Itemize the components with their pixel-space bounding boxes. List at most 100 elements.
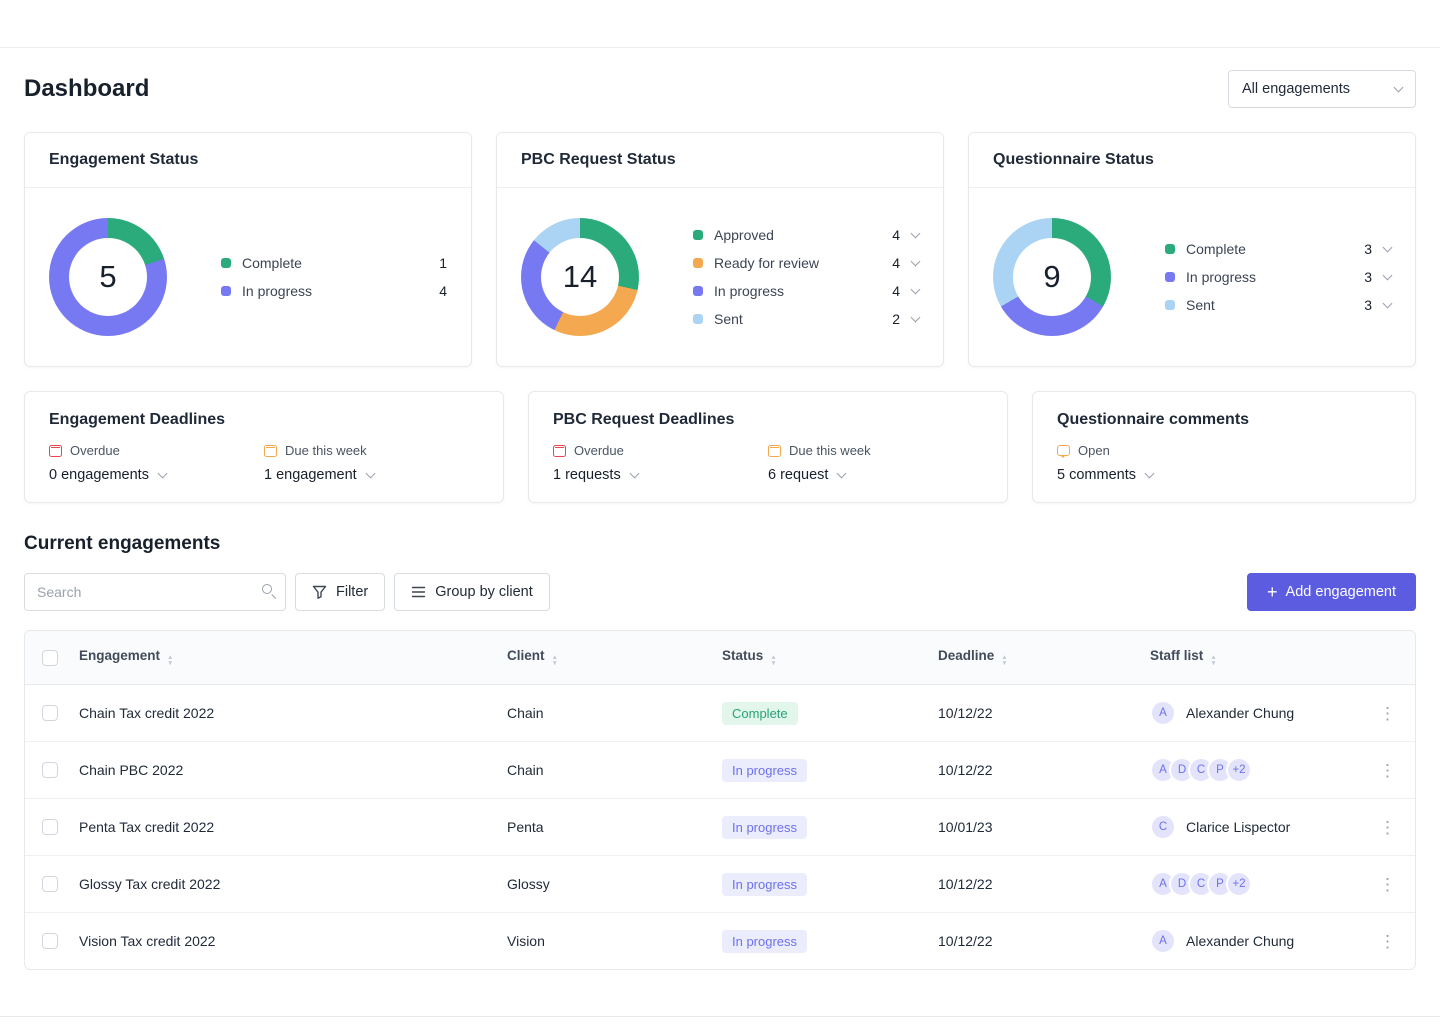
avatar: +2 <box>1226 871 1252 897</box>
chevron-down-icon[interactable] <box>910 312 921 323</box>
status-cards-row: Engagement Status 5 Complete 1 In progress… <box>24 132 1416 367</box>
deadline-value: 1 requests <box>553 467 621 483</box>
add-engagement-label: Add engagement <box>1285 584 1396 600</box>
deadline-cards-row: Engagement Deadlines Overdue 0 engagement… <box>24 391 1416 503</box>
legend-item: Complete 3 <box>1165 241 1393 257</box>
staff-list: A Alexander Chung <box>1150 700 1355 726</box>
deadline-label: Due this week <box>285 443 367 458</box>
row-menu-button[interactable] <box>1379 819 1396 836</box>
calendar-icon <box>49 444 62 457</box>
filter-button[interactable]: Filter <box>295 573 386 611</box>
legend-color-dot <box>1165 272 1175 282</box>
table-row: Glossy Tax credit 2022 Glossy In progress 1… <box>25 855 1415 913</box>
select-row-checkbox[interactable] <box>42 876 58 892</box>
search-box <box>24 573 286 611</box>
legend-color-dot <box>1165 244 1175 254</box>
plus-icon <box>1267 583 1278 602</box>
deadline-date: 10/01/23 <box>938 819 993 835</box>
deadline-date: 10/12/22 <box>938 876 993 892</box>
row-menu-button[interactable] <box>1379 933 1396 950</box>
deadline-value: 5 comments <box>1057 467 1136 483</box>
legend-color-dot <box>693 258 703 268</box>
select-row-checkbox[interactable] <box>42 762 58 778</box>
engagements-filter-value: All engagements <box>1242 81 1351 97</box>
deadline-items: Overdue 0 engagements Due this week 1 engag… <box>49 443 479 483</box>
card-title: PBC Request Status <box>497 133 943 188</box>
legend-value: 1 <box>439 255 447 271</box>
sort-icon[interactable] <box>1210 655 1216 667</box>
row-menu-button[interactable] <box>1379 705 1396 722</box>
client-name: Glossy <box>507 876 550 892</box>
row-menu-button[interactable] <box>1379 762 1396 779</box>
select-row-checkbox[interactable] <box>42 705 58 721</box>
avatar: C <box>1150 814 1176 840</box>
table-row: Chain Tax credit 2022 Chain Complete 10/12/… <box>25 684 1415 742</box>
sort-icon[interactable] <box>552 655 558 667</box>
deadline-date: 10/12/22 <box>938 762 993 778</box>
sort-icon[interactable] <box>1001 655 1007 667</box>
legend-color-dot <box>221 258 231 268</box>
select-row-checkbox[interactable] <box>42 819 58 835</box>
table-controls: Filter Group by client Add engagement <box>24 573 1416 611</box>
engagement-name: Penta Tax credit 2022 <box>79 819 215 835</box>
table-header-row: Engagement Client Status Deadline Staff … <box>25 631 1415 685</box>
legend-color-dot <box>1165 300 1175 310</box>
engagements-filter-dropdown[interactable]: All engagements <box>1228 70 1416 108</box>
chevron-down-icon[interactable] <box>1382 242 1393 253</box>
table-row: Chain PBC 2022 Chain In progress 10/12/22 A D… <box>25 741 1415 799</box>
legend-label: Ready for review <box>714 255 820 271</box>
chevron-down-icon[interactable] <box>1382 298 1393 309</box>
select-all-checkbox[interactable] <box>42 649 58 666</box>
legend-color-dot <box>693 230 703 240</box>
search-input[interactable] <box>24 573 286 611</box>
column-header-staff-list: Staff list <box>1150 648 1204 663</box>
status-badge: In progress <box>722 758 808 782</box>
legend-label: Sent <box>714 311 743 327</box>
legend-label: In progress <box>1186 269 1257 285</box>
avatar: A <box>1150 700 1176 726</box>
page-header: Dashboard All engagements <box>24 70 1416 108</box>
legend-label: In progress <box>242 283 313 299</box>
legend-value: 4 <box>892 255 900 271</box>
select-row-checkbox[interactable] <box>42 933 58 949</box>
legend-item: Approved 4 <box>693 227 921 243</box>
donut-total: 14 <box>562 259 598 294</box>
legend-value: 4 <box>439 283 447 299</box>
legend-label: Complete <box>242 255 302 271</box>
deadline-value: 1 engagement <box>264 467 357 483</box>
chevron-down-icon[interactable] <box>157 468 168 479</box>
chevron-down-icon[interactable] <box>629 468 640 479</box>
questionnaire-status-donut-chart: 9 <box>993 218 1111 336</box>
chevron-down-icon[interactable] <box>837 468 847 479</box>
calendar-icon <box>264 444 277 457</box>
search-icon <box>262 584 272 594</box>
add-engagement-button[interactable]: Add engagement <box>1247 573 1416 611</box>
deadline-date: 10/12/22 <box>938 705 993 721</box>
chevron-down-icon[interactable] <box>1382 270 1393 281</box>
chevron-down-icon[interactable] <box>1144 468 1155 479</box>
chart-legend: Complete 3 In progress 3 Sent 3 <box>1165 241 1393 313</box>
sort-icon[interactable] <box>167 655 173 667</box>
legend-label: Complete <box>1186 241 1246 257</box>
legend-color-dot <box>221 286 231 296</box>
chevron-down-icon[interactable] <box>910 256 921 267</box>
card-title: Engagement Status <box>25 133 471 188</box>
client-name: Penta <box>507 819 544 835</box>
sort-icon[interactable] <box>770 655 776 667</box>
column-header-engagement: Engagement <box>79 648 161 663</box>
legend-item: Sent 3 <box>1165 297 1393 313</box>
chevron-down-icon[interactable] <box>365 468 376 479</box>
staff-list: A D C P +2 <box>1150 757 1355 783</box>
row-menu-button[interactable] <box>1379 876 1396 893</box>
donut-total: 5 <box>99 259 117 294</box>
filter-icon <box>312 585 327 599</box>
legend-label: Approved <box>714 227 774 243</box>
legend-item: Ready for review 4 <box>693 255 921 271</box>
group-by-client-button[interactable]: Group by client <box>394 573 550 611</box>
chevron-down-icon[interactable] <box>910 284 921 295</box>
chevron-down-icon[interactable] <box>910 228 921 239</box>
table-row: Vision Tax credit 2022 Vision In progress 1… <box>25 913 1415 970</box>
top-bar <box>0 0 1440 48</box>
calendar-icon <box>768 444 781 457</box>
filter-button-label: Filter <box>336 584 369 600</box>
